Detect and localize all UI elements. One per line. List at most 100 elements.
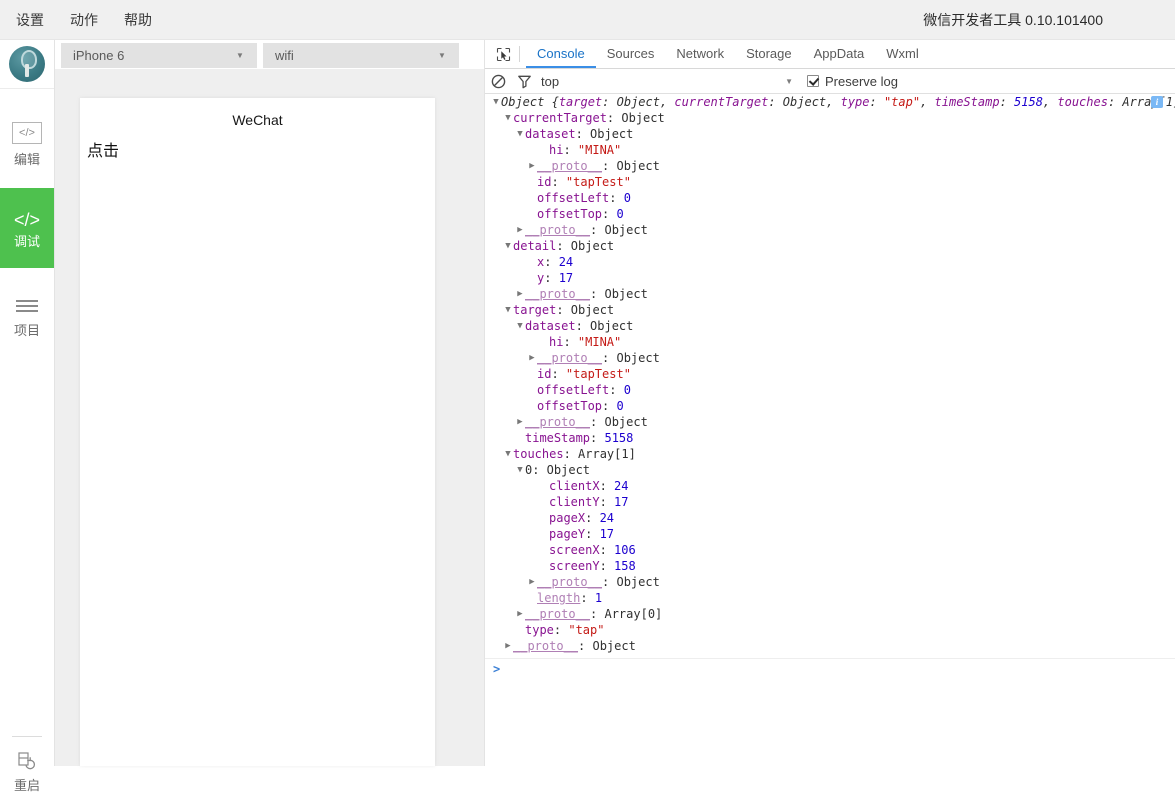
console-line[interactable]: hi: "MINA" [485,142,1175,158]
console-line[interactable]: currentTarget: Object [485,110,1175,126]
execution-context-select[interactable]: top ▼ [541,74,799,89]
disclosure-triangle-closed-icon[interactable] [503,638,513,654]
console-line[interactable]: dataset: Object [485,126,1175,142]
console-line[interactable]: __proto__: Object [485,574,1175,590]
console-token: : [599,559,615,573]
sidebar-item-restart[interactable]: 重启 [0,740,54,802]
console-line-text: currentTarget: Object [513,111,665,125]
console-line[interactable]: __proto__: Object [485,350,1175,366]
console-token: 5158 [604,431,634,445]
tab-appdata[interactable]: AppData [803,40,876,68]
console-line[interactable]: screenX: 106 [485,542,1175,558]
disclosure-triangle-open-icon[interactable] [503,238,513,254]
console-line[interactable]: offsetTop: 0 [485,206,1175,222]
user-avatar[interactable] [9,46,45,82]
tabbar-divider [519,46,520,62]
preserve-log-toggle[interactable]: Preserve log [807,74,898,89]
console-token: 24 [599,511,615,525]
console-line[interactable]: y: 17 [485,270,1175,286]
console-token: 17 [558,271,574,285]
disclosure-triangle-open-icon[interactable] [515,126,525,142]
disclosure-triangle-closed-icon[interactable] [515,222,525,238]
sidebar-item-debug-label: 调试 [13,233,40,249]
console-line[interactable]: length: 1 [485,590,1175,606]
console-line[interactable]: pageX: 24 [485,510,1175,526]
disclosure-triangle-closed-icon[interactable] [515,414,525,430]
console-line[interactable]: __proto__: Object [485,414,1175,430]
console-line-text: __proto__: Object [525,287,648,301]
console-line[interactable]: type: "tap" [485,622,1175,638]
disclosure-triangle-open-icon[interactable] [503,110,513,126]
console-line[interactable]: clientY: 17 [485,494,1175,510]
disclosure-triangle-closed-icon[interactable] [527,158,537,174]
console-line[interactable]: __proto__: Object [485,158,1175,174]
console-line-text: __proto__: Object [537,575,660,589]
filter-button[interactable] [511,74,537,89]
disclosure-triangle-closed-icon[interactable] [515,286,525,302]
disclosure-triangle-closed-icon[interactable] [515,606,525,622]
clear-console-button[interactable] [485,74,511,89]
tab-storage[interactable]: Storage [735,40,803,68]
console-line[interactable]: __proto__: Object [485,222,1175,238]
menu-item-settings[interactable]: 设置 [14,8,46,32]
console-line[interactable]: pageY: 17 [485,526,1175,542]
console-prompt-row[interactable]: > [485,658,1175,679]
console-line[interactable]: Object {target: Object, currentTarget: O… [485,94,1175,110]
phone-screen[interactable]: WeChat 点击 [80,98,435,766]
execution-context-value: top [541,73,560,89]
console-line-text: pageY: 17 [549,527,614,541]
sidebar-item-edit[interactable]: </> 编辑 [0,108,54,180]
tap-test-view[interactable]: 点击 [87,142,435,161]
menu-item-help[interactable]: 帮助 [122,8,154,32]
console-prompt-caret: > [493,662,501,676]
console-line[interactable]: offsetTop: 0 [485,398,1175,414]
console-line[interactable]: __proto__: Object [485,286,1175,302]
console-token: : [580,591,595,605]
disclosure-triangle-open-icon[interactable] [491,94,501,110]
console-token: clientX [549,479,600,493]
disclosure-triangle-open-icon[interactable] [503,446,513,462]
console-token: : [609,383,624,397]
console-line[interactable]: id: "tapTest" [485,366,1175,382]
tab-wxml[interactable]: Wxml [875,40,930,68]
console-token: hi [549,143,564,157]
console-token: __proto__ [525,287,591,301]
sidebar-item-restart-label: 重启 [13,778,40,793]
console-line[interactable]: screenY: 158 [485,558,1175,574]
device-select[interactable]: iPhone 6 ▼ [61,43,257,68]
console-token: 158 [614,559,636,573]
info-icon[interactable]: i [1151,96,1163,108]
console-line[interactable]: offsetLeft: 0 [485,382,1175,398]
disclosure-triangle-closed-icon[interactable] [527,350,537,366]
console-line[interactable]: target: Object [485,302,1175,318]
avatar-container[interactable] [0,40,54,89]
console-line[interactable]: id: "tapTest" [485,174,1175,190]
console-line[interactable]: detail: Object [485,238,1175,254]
console-line[interactable]: dataset: Object [485,318,1175,334]
inspect-element-button[interactable] [489,40,517,68]
tab-network[interactable]: Network [665,40,735,68]
console-line[interactable]: touches: Array[1] [485,446,1175,462]
tab-sources[interactable]: Sources [596,40,666,68]
console-line[interactable]: clientX: 24 [485,478,1175,494]
disclosure-triangle-open-icon[interactable] [503,302,513,318]
console-line[interactable]: __proto__: Object [485,638,1175,654]
disclosure-triangle-closed-icon[interactable] [527,574,537,590]
restart-icon [12,750,42,772]
console-line[interactable]: 0: Object [485,462,1175,478]
tab-console[interactable]: Console [526,40,596,68]
console-line[interactable]: hi: "MINA" [485,334,1175,350]
menu-item-actions[interactable]: 动作 [68,8,100,32]
preserve-log-checkbox[interactable] [807,75,819,87]
network-select[interactable]: wifi ▼ [263,43,459,68]
console-line[interactable]: timeStamp: 5158 [485,430,1175,446]
console-token: , [1042,95,1058,109]
console-line[interactable]: __proto__: Array[0] [485,606,1175,622]
console-output[interactable]: Object {target: Object, currentTarget: O… [485,94,1175,766]
console-line[interactable]: x: 24 [485,254,1175,270]
console-line[interactable]: offsetLeft: 0 [485,190,1175,206]
sidebar-item-debug[interactable]: </> 调试 [0,188,54,268]
disclosure-triangle-open-icon[interactable] [515,318,525,334]
sidebar-item-project[interactable]: 项目 [0,280,54,352]
disclosure-triangle-open-icon[interactable] [515,462,525,478]
